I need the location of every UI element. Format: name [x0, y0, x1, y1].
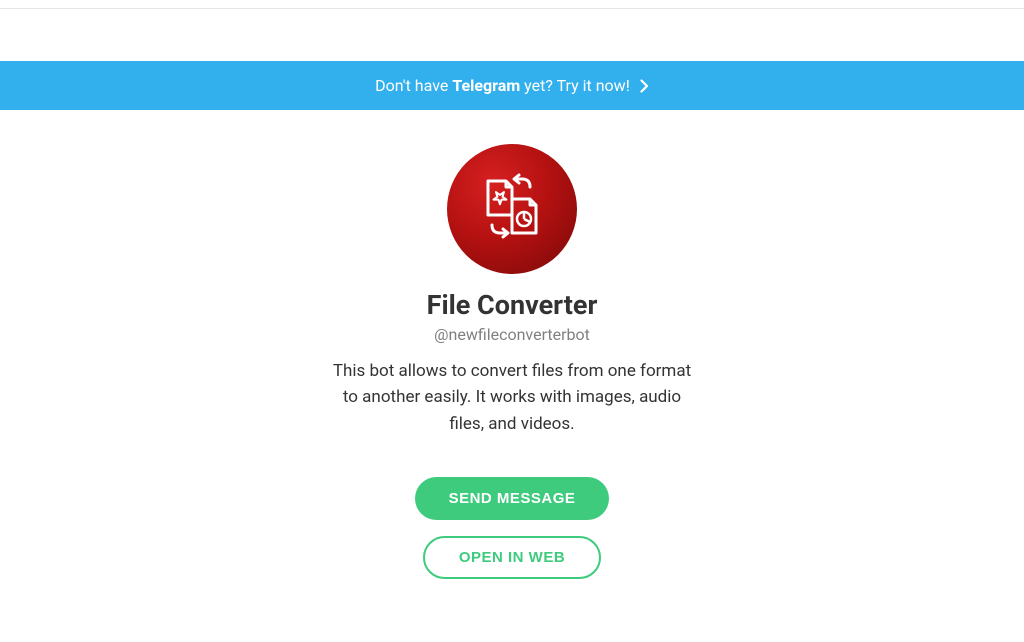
open-in-web-button[interactable]: OPEN IN WEB	[423, 536, 601, 579]
banner-text: Don't have Telegram yet? Try it now!	[375, 76, 630, 95]
bot-title: File Converter	[427, 289, 598, 321]
chevron-right-icon	[640, 79, 649, 93]
file-convert-icon	[472, 167, 552, 251]
bot-description: This bot allows to convert files from on…	[332, 358, 692, 437]
bot-handle: @newfileconverterbot	[434, 325, 590, 344]
banner-text-suffix: yet? Try it now!	[520, 76, 630, 95]
profile-content: File Converter @newfileconverterbot This…	[0, 110, 1024, 579]
banner-text-prefix: Don't have	[375, 76, 452, 95]
send-message-button[interactable]: SEND MESSAGE	[415, 477, 610, 520]
try-telegram-banner[interactable]: Don't have Telegram yet? Try it now!	[0, 61, 1024, 110]
top-divider	[0, 8, 1024, 9]
bot-avatar	[447, 144, 577, 274]
banner-text-bold: Telegram	[452, 76, 520, 95]
